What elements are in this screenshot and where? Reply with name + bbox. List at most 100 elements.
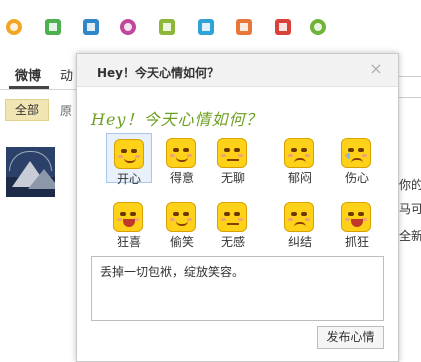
chart-icon[interactable] xyxy=(236,19,252,35)
video-icon[interactable] xyxy=(83,19,99,35)
app-icon[interactable] xyxy=(310,19,326,35)
mood-option[interactable]: 无聊 xyxy=(210,133,256,185)
mood-face-icon xyxy=(114,139,144,169)
eye xyxy=(348,212,354,216)
tab-weibo[interactable]: 微博 xyxy=(15,65,41,84)
avatar-mountain-shadow xyxy=(28,169,55,189)
eye xyxy=(183,148,189,152)
eye xyxy=(358,148,364,152)
eye xyxy=(130,212,136,216)
mouth xyxy=(124,158,136,163)
eye xyxy=(358,212,364,216)
mood-option[interactable]: 纠结 xyxy=(277,197,323,249)
image-glyph xyxy=(49,23,57,31)
music-icon[interactable] xyxy=(120,19,136,35)
mood-label: 伤心 xyxy=(344,171,369,185)
mood-dialog: Hey！今天心情如何？ × Hey！今天心情如何？ 开心 得意 无聊 郁闷 伤心狂喜 偷笑… xyxy=(76,53,399,362)
mouth xyxy=(123,219,135,227)
mood-face-icon xyxy=(284,138,314,168)
blush xyxy=(238,218,243,221)
tear xyxy=(347,153,350,159)
eye xyxy=(173,212,179,216)
mood-label: 狂喜 xyxy=(116,235,141,249)
tab-second[interactable]: 动 xyxy=(60,65,73,84)
eye xyxy=(131,149,137,153)
mouth xyxy=(351,219,363,227)
poll-icon[interactable] xyxy=(275,19,291,35)
eye xyxy=(120,212,126,216)
eye xyxy=(234,148,240,152)
smiley-glyph xyxy=(10,23,18,31)
app-glyph xyxy=(314,23,322,31)
eye xyxy=(234,212,240,216)
mood-message-input[interactable]: 丢掉一切包袱，绽放笑容。 xyxy=(91,256,384,321)
mood-option[interactable]: 无感 xyxy=(210,197,256,249)
tag-glyph xyxy=(202,23,210,31)
mood-option[interactable]: 抓狂 xyxy=(334,197,380,249)
mouth xyxy=(294,222,306,227)
blush xyxy=(221,218,226,221)
dialog-header: Hey！今天心情如何？ × xyxy=(77,54,398,87)
filter-original-button[interactable]: 原 xyxy=(60,102,72,119)
mood-face-icon xyxy=(166,138,196,168)
mood-option[interactable]: 郁闷 xyxy=(277,133,323,185)
filter-all-button[interactable]: 全部 xyxy=(5,99,49,121)
mood-option[interactable]: 伤心 xyxy=(334,133,380,185)
chart-glyph xyxy=(240,23,248,31)
mood-heading: Hey！今天心情如何？ xyxy=(91,110,263,129)
blush xyxy=(170,154,175,157)
music-glyph xyxy=(124,23,132,31)
tag-icon[interactable] xyxy=(198,19,214,35)
mood-face-icon xyxy=(113,202,143,232)
blush xyxy=(362,154,367,157)
mood-option[interactable]: 开心 xyxy=(106,133,152,186)
close-icon[interactable]: × xyxy=(367,60,385,78)
blush xyxy=(305,154,310,157)
mood-option[interactable]: 狂喜 xyxy=(106,197,152,249)
mood-label: 开心 xyxy=(116,172,141,186)
blush xyxy=(117,218,122,221)
mouth xyxy=(294,158,306,163)
mood-face-icon xyxy=(284,202,314,232)
mood-face-icon xyxy=(166,202,196,232)
publish-toolbar xyxy=(0,0,421,52)
mood-option[interactable]: 得意 xyxy=(159,133,205,185)
eye xyxy=(173,148,179,152)
mood-label: 抓狂 xyxy=(344,235,369,249)
topic-icon[interactable] xyxy=(159,19,175,35)
video-glyph xyxy=(87,23,95,31)
mood-label: 无感 xyxy=(220,235,245,249)
mouth xyxy=(227,223,239,225)
mouth xyxy=(227,159,239,161)
eye xyxy=(291,212,297,216)
dialog-title: Hey！今天心情如何？ xyxy=(97,66,220,80)
eye xyxy=(301,148,307,152)
side-text-1: 你的 xyxy=(399,178,421,192)
poll-glyph xyxy=(279,23,287,31)
blush xyxy=(288,154,293,157)
avatar[interactable] xyxy=(6,147,55,197)
blush xyxy=(345,218,350,221)
blush xyxy=(238,154,243,157)
mood-label: 郁闷 xyxy=(287,171,312,185)
mood-face-icon xyxy=(341,202,371,232)
blush xyxy=(221,154,226,157)
smiley-icon[interactable] xyxy=(6,19,22,35)
mood-face-icon xyxy=(217,202,247,232)
blush xyxy=(305,218,310,221)
mouth xyxy=(176,157,188,162)
side-text-2: 马可 xyxy=(399,202,421,216)
mouth xyxy=(176,221,188,226)
eye xyxy=(121,149,127,153)
publish-mood-button[interactable]: 发布心情 xyxy=(317,326,384,349)
mood-option[interactable]: 偷笑 xyxy=(159,197,205,249)
mood-label: 纠结 xyxy=(287,235,312,249)
eye xyxy=(224,212,230,216)
mood-face-icon xyxy=(341,138,371,168)
side-text-3: 全新 xyxy=(399,229,421,243)
mouth xyxy=(351,158,363,163)
image-icon[interactable] xyxy=(45,19,61,35)
eye xyxy=(301,212,307,216)
active-tab-indicator xyxy=(9,86,49,89)
eye xyxy=(291,148,297,152)
